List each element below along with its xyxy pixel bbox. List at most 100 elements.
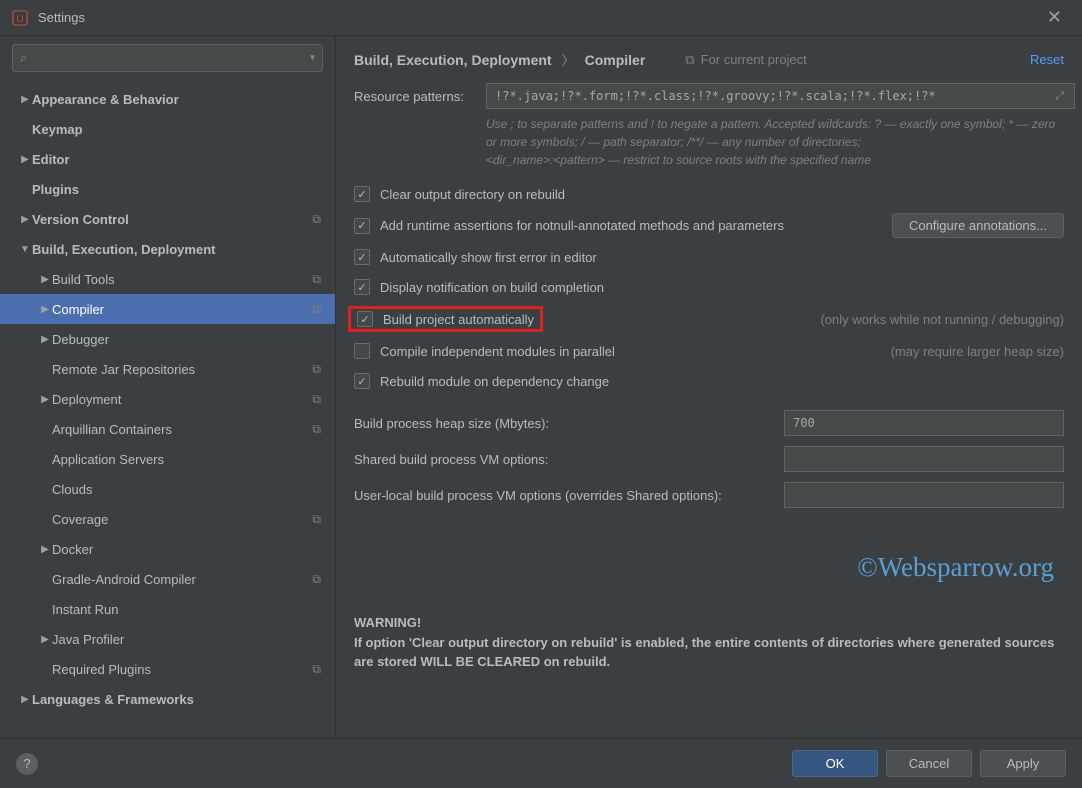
project-scope-icon: ⧉ (312, 422, 321, 437)
display-notif-label: Display notification on build completion (380, 280, 604, 295)
search-icon: ⌕ (20, 50, 27, 66)
build-auto-label: Build project automatically (383, 312, 534, 327)
search-input[interactable] (12, 44, 323, 72)
sidebar-item-label: Docker (52, 542, 335, 557)
help-button[interactable]: ? (16, 753, 38, 775)
sidebar-item-label: Compiler (52, 302, 312, 317)
tree-arrow-icon[interactable]: ▶ (18, 154, 32, 165)
breadcrumb-parent[interactable]: Build, Execution, Deployment (354, 52, 552, 68)
tree-arrow-icon[interactable]: ▶ (18, 694, 32, 705)
tree-arrow-icon[interactable]: ▶ (38, 394, 52, 405)
sidebar-item-label: Required Plugins (52, 662, 312, 677)
sidebar-item-debugger[interactable]: ▶Debugger (0, 324, 335, 354)
project-scope-icon: ⧉ (312, 572, 321, 587)
display-notif-checkbox[interactable] (354, 279, 370, 295)
project-scope-icon: ⧉ (312, 512, 321, 527)
compile-parallel-note: (may require larger heap size) (891, 344, 1064, 359)
tree-arrow-icon[interactable]: ▶ (18, 94, 32, 105)
close-icon[interactable]: ✕ (1039, 3, 1070, 32)
sidebar-item-label: Java Profiler (52, 632, 335, 647)
ok-button[interactable]: OK (792, 750, 878, 777)
compile-parallel-checkbox[interactable] (354, 343, 370, 359)
project-scope-icon: ⧉ (312, 212, 321, 227)
shared-vm-input[interactable] (784, 446, 1064, 472)
sidebar-item-deployment[interactable]: ▶Deployment⧉ (0, 384, 335, 414)
sidebar-item-label: Version Control (32, 212, 312, 227)
sidebar-item-remote-jar-repositories[interactable]: Remote Jar Repositories⧉ (0, 354, 335, 384)
sidebar-item-editor[interactable]: ▶Editor (0, 144, 335, 174)
cancel-button[interactable]: Cancel (886, 750, 972, 777)
userlocal-vm-input[interactable] (784, 482, 1064, 508)
sidebar-item-languages-frameworks[interactable]: ▶Languages & Frameworks (0, 684, 335, 714)
heap-size-input[interactable] (784, 410, 1064, 436)
svg-text:IJ: IJ (16, 14, 23, 24)
sidebar-item-clouds[interactable]: Clouds (0, 474, 335, 504)
project-scope-icon: ⧉ (312, 362, 321, 377)
resource-patterns-input[interactable] (486, 83, 1075, 109)
sidebar-item-plugins[interactable]: Plugins (0, 174, 335, 204)
sidebar-item-docker[interactable]: ▶Docker (0, 534, 335, 564)
highlight-box: Build project automatically (348, 306, 543, 332)
sidebar-item-label: Editor (32, 152, 335, 167)
copy-icon: ⧉ (685, 52, 694, 68)
warning-title: WARNING! (354, 613, 1064, 633)
sidebar-item-label: Gradle-Android Compiler (52, 572, 312, 587)
build-auto-note: (only works while not running / debuggin… (820, 312, 1064, 327)
sidebar-item-label: Coverage (52, 512, 312, 527)
sidebar-item-label: Remote Jar Repositories (52, 362, 312, 377)
tree-arrow-icon[interactable]: ▶ (38, 304, 52, 315)
apply-button[interactable]: Apply (980, 750, 1066, 777)
chevron-down-icon[interactable]: ▾ (310, 53, 315, 64)
auto-first-error-checkbox[interactable] (354, 249, 370, 265)
sidebar-item-compiler[interactable]: ▶Compiler⧉ (0, 294, 335, 324)
tree-arrow-icon[interactable]: ▶ (38, 544, 52, 555)
sidebar-item-label: Languages & Frameworks (32, 692, 335, 707)
sidebar-item-arquillian-containers[interactable]: Arquillian Containers⧉ (0, 414, 335, 444)
settings-tree: ▶Appearance & BehaviorKeymap▶EditorPlugi… (0, 80, 335, 738)
add-runtime-checkbox[interactable] (354, 218, 370, 234)
build-auto-checkbox[interactable] (357, 311, 373, 327)
resource-help: Use ; to separate patterns and ! to nega… (486, 115, 1064, 169)
sidebar-item-build-tools[interactable]: ▶Build Tools⧉ (0, 264, 335, 294)
sidebar-item-coverage[interactable]: Coverage⧉ (0, 504, 335, 534)
tree-arrow-icon[interactable]: ▶ (38, 634, 52, 645)
add-runtime-label: Add runtime assertions for notnull-annot… (380, 218, 784, 233)
sidebar-item-label: Deployment (52, 392, 312, 407)
rebuild-dep-checkbox[interactable] (354, 373, 370, 389)
title-bar: IJ Settings ✕ (0, 0, 1082, 36)
sidebar-item-java-profiler[interactable]: ▶Java Profiler (0, 624, 335, 654)
breadcrumb-current: Compiler (585, 52, 646, 68)
window-title: Settings (38, 10, 1039, 25)
sidebar-item-label: Instant Run (52, 602, 335, 617)
sidebar-item-keymap[interactable]: Keymap (0, 114, 335, 144)
sidebar-item-appearance-behavior[interactable]: ▶Appearance & Behavior (0, 84, 335, 114)
tree-arrow-icon[interactable]: ▶ (38, 274, 52, 285)
reset-link[interactable]: Reset (1030, 52, 1064, 67)
breadcrumb: Build, Execution, Deployment 〉 Compiler (354, 50, 645, 69)
for-project-label: ⧉ For current project (685, 52, 807, 68)
sidebar-item-label: Build, Execution, Deployment (32, 242, 335, 257)
sidebar-item-label: Arquillian Containers (52, 422, 312, 437)
sidebar-item-version-control[interactable]: ▶Version Control⧉ (0, 204, 335, 234)
project-scope-icon: ⧉ (312, 272, 321, 287)
footer: ? OK Cancel Apply (0, 738, 1082, 788)
sidebar-item-gradle-android-compiler[interactable]: Gradle-Android Compiler⧉ (0, 564, 335, 594)
auto-first-error-label: Automatically show first error in editor (380, 250, 597, 265)
tree-arrow-icon[interactable]: ▶ (18, 214, 32, 225)
chevron-right-icon: 〉 (562, 50, 575, 69)
sidebar-item-label: Appearance & Behavior (32, 92, 335, 107)
sidebar-item-instant-run[interactable]: Instant Run (0, 594, 335, 624)
sidebar-item-label: Application Servers (52, 452, 335, 467)
configure-annotations-button[interactable]: Configure annotations... (892, 213, 1064, 238)
rebuild-dep-label: Rebuild module on dependency change (380, 374, 609, 389)
watermark: ©Websparrow.org (354, 552, 1064, 583)
sidebar-item-build-execution-deployment[interactable]: ▼Build, Execution, Deployment (0, 234, 335, 264)
sidebar-item-required-plugins[interactable]: Required Plugins⧉ (0, 654, 335, 684)
app-icon: IJ (12, 10, 28, 26)
tree-arrow-icon[interactable]: ▼ (18, 244, 32, 255)
sidebar-item-label: Debugger (52, 332, 335, 347)
clear-output-checkbox[interactable] (354, 186, 370, 202)
sidebar: ⌕ ▾ ▶Appearance & BehaviorKeymap▶EditorP… (0, 36, 336, 738)
sidebar-item-application-servers[interactable]: Application Servers (0, 444, 335, 474)
tree-arrow-icon[interactable]: ▶ (38, 334, 52, 345)
